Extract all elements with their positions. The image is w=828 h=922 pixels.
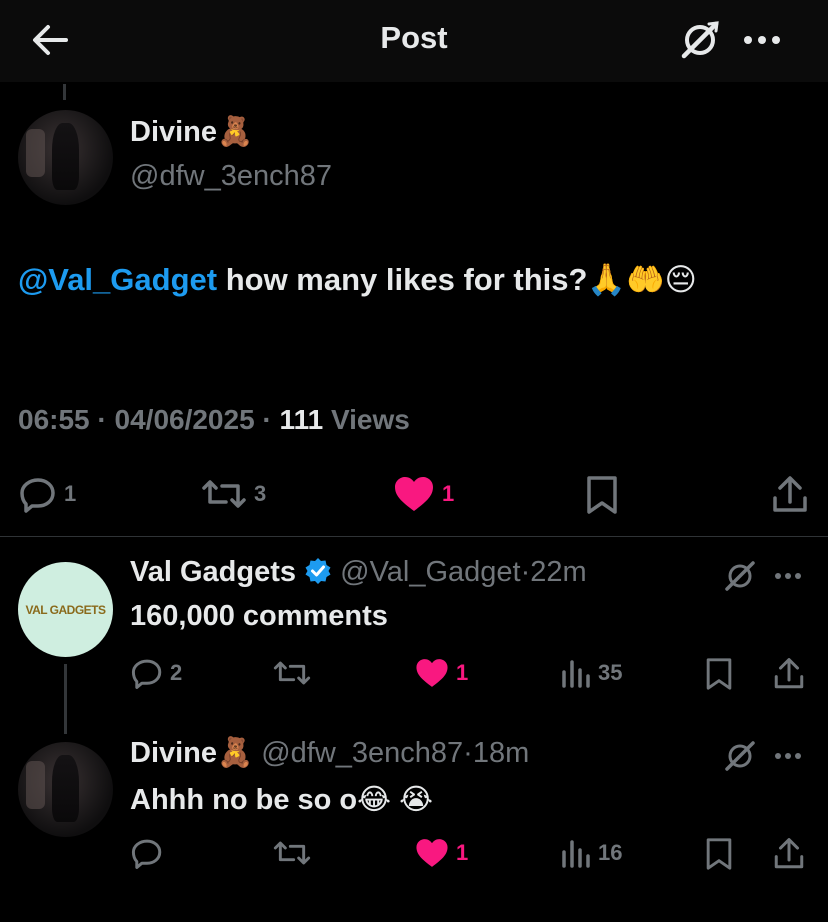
thread-connector	[64, 664, 67, 734]
bookmark-button[interactable]	[584, 474, 620, 516]
views-bar-icon	[562, 660, 590, 688]
heart-filled-icon	[416, 839, 448, 867]
grok-icon	[725, 561, 755, 591]
reply-bubble-icon	[131, 659, 162, 689]
val-gadgets-logo-mark: VAL GADGETS	[25, 602, 106, 617]
author-handle[interactable]: @dfw_3ench87	[130, 160, 332, 193]
like-button[interactable]: 1	[414, 656, 468, 690]
repost-count: 3	[254, 481, 267, 506]
more-dots-icon	[775, 753, 801, 759]
author-handle[interactable]: @dfw_3ench87	[261, 737, 463, 769]
logo: VAL GADGETS	[18, 562, 113, 657]
repost-icon	[202, 480, 246, 508]
views-count: 111	[279, 404, 324, 435]
share-icon	[774, 658, 804, 689]
like-button[interactable]: 1	[414, 836, 468, 870]
post-meta: 06:55 · 04/06/2025 · 111 Views	[18, 404, 410, 435]
heart-filled-icon	[416, 659, 448, 687]
thread-connector	[63, 84, 66, 100]
author-name[interactable]: Divine🧸	[130, 115, 253, 149]
bookmark-icon	[587, 476, 617, 514]
reply-text: 160,000 comments	[130, 600, 388, 632]
reply-button[interactable]: 2	[130, 656, 182, 690]
like-button[interactable]: 1	[392, 474, 454, 514]
bookmark-button[interactable]	[704, 656, 734, 692]
more-dots-icon	[744, 36, 780, 44]
share-button[interactable]	[772, 656, 806, 692]
grok-button[interactable]	[678, 18, 722, 62]
avatar[interactable]	[18, 110, 113, 205]
more-options-button[interactable]	[772, 742, 808, 775]
post-body: how many likes for this?🙏🤲😔	[217, 262, 697, 297]
views-label: Views	[330, 404, 410, 435]
author-handle[interactable]: @Val_Gadget	[340, 556, 520, 588]
top-bar: Post	[0, 0, 828, 82]
grok-icon	[725, 741, 755, 771]
repost-button[interactable]	[272, 836, 318, 870]
avatar[interactable]	[18, 742, 113, 837]
like-count: 1	[442, 481, 455, 506]
more-options-button[interactable]	[742, 22, 786, 58]
share-icon	[774, 838, 804, 869]
reply-time[interactable]: 18m	[473, 737, 529, 769]
reply-button[interactable]: 1	[18, 474, 76, 514]
avatar[interactable]: VAL GADGETS	[18, 562, 113, 657]
divider	[0, 536, 828, 537]
reply-bubble-icon	[20, 478, 55, 513]
views-button[interactable]: 35	[560, 656, 622, 690]
views-button[interactable]: 16	[560, 836, 622, 870]
bookmark-button[interactable]	[704, 836, 734, 872]
reply-bubble-icon	[131, 839, 162, 869]
repost-button[interactable]: 3	[200, 474, 266, 514]
mention-link[interactable]: @Val_Gadget	[18, 262, 217, 297]
more-options-button[interactable]	[772, 562, 808, 595]
views-bar-icon	[562, 840, 590, 868]
grok-button[interactable]	[722, 738, 758, 779]
views-count: 16	[598, 840, 623, 865]
post-time[interactable]: 06:55	[18, 404, 90, 435]
views-count: 35	[598, 660, 623, 685]
grok-button[interactable]	[722, 558, 758, 599]
author-name[interactable]: Divine🧸	[130, 737, 253, 769]
post-text: @Val_Gadget how many likes for this?🙏🤲😔	[18, 258, 808, 302]
repost-button[interactable]	[272, 656, 318, 690]
author-name[interactable]: Val Gadgets	[130, 556, 296, 588]
like-count: 1	[456, 840, 469, 865]
heart-filled-icon	[395, 477, 433, 511]
bookmark-icon	[706, 838, 732, 870]
like-count: 1	[456, 660, 469, 685]
post-date[interactable]: 04/06/2025	[115, 404, 255, 435]
share-button[interactable]	[770, 474, 810, 516]
reply-header: Divine🧸 @dfw_3ench87·18m	[130, 737, 530, 769]
reply-button[interactable]	[130, 836, 170, 870]
reply-count: 2	[170, 660, 183, 685]
share-icon	[773, 476, 807, 512]
more-dots-icon	[775, 573, 801, 579]
reply-header: Val Gadgets @Val_Gadget·22m	[130, 556, 587, 588]
share-button[interactable]	[772, 836, 806, 872]
reply-time[interactable]: 22m	[530, 556, 586, 588]
reply-count: 1	[64, 481, 77, 506]
verified-badge-icon	[305, 558, 331, 584]
repost-icon	[273, 841, 311, 865]
grok-icon	[681, 21, 719, 59]
repost-icon	[273, 661, 311, 685]
bookmark-icon	[706, 658, 732, 690]
reply-text: Ahhh no be so o😂 😭	[130, 784, 433, 816]
